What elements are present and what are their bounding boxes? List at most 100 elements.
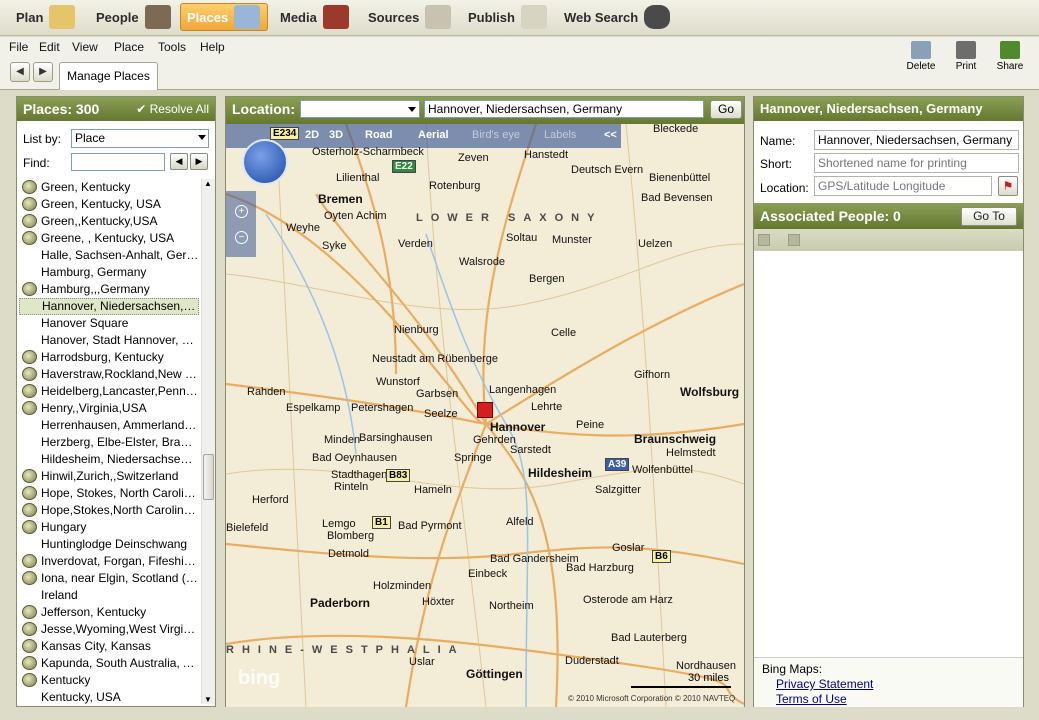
place-list-item[interactable]: Hinwil,Zurich,,Switzerland xyxy=(19,468,199,485)
location-label: Location: xyxy=(232,101,295,117)
map-place-label: Paderborn xyxy=(310,596,371,610)
map-place-label: Bad Harzburg xyxy=(566,562,634,574)
place-list-item[interactable]: Hannover, Niedersachsen, G... xyxy=(19,298,199,315)
place-list-item[interactable]: Heidelberg,Lancaster,Pennsyl... xyxy=(19,383,199,400)
globe-icon xyxy=(22,282,37,296)
map-mode-3d[interactable]: 3D xyxy=(329,129,343,141)
menu-edit[interactable]: Edit xyxy=(39,40,60,54)
terms-of-use-link[interactable]: Terms of Use xyxy=(776,692,847,706)
tab-manage-places[interactable]: Manage Places xyxy=(59,62,158,90)
map-mode-2d[interactable]: 2D xyxy=(305,129,319,141)
nav-media[interactable]: Media xyxy=(274,3,355,31)
scroll-thumb[interactable] xyxy=(203,454,214,500)
menu-view[interactable]: View xyxy=(72,40,98,54)
nav-people[interactable]: People xyxy=(90,3,177,31)
menu-help[interactable]: Help xyxy=(200,40,225,54)
zoom-out-icon[interactable]: − xyxy=(235,231,248,244)
map-mode-road[interactable]: Road xyxy=(365,129,393,141)
place-list-item[interactable]: Halle, Sachsen-Anhalt, Germany xyxy=(19,247,199,264)
place-list-item[interactable]: Green, Kentucky xyxy=(19,179,199,196)
print-button[interactable]: Print xyxy=(946,41,986,72)
forward-button[interactable]: ▶ xyxy=(33,62,53,82)
nav-web-search[interactable]: Web Search xyxy=(558,3,676,31)
place-list-item[interactable]: Jesse,Wyoming,West Virginia,... xyxy=(19,621,199,638)
nav-sources[interactable]: Sources xyxy=(362,3,457,31)
place-list-item[interactable]: Huntinglodge Deinschwang xyxy=(19,536,199,553)
list-by-select[interactable]: Place xyxy=(71,129,209,148)
place-name: Hanover, Stadt Hannover, Nie... xyxy=(41,333,199,347)
map-place-label: Osterholz-Scharmbeck xyxy=(312,146,424,158)
name-field[interactable]: Hannover, Niedersachsen, Germany xyxy=(814,130,1019,150)
place-list-item[interactable]: Hope, Stokes, North Carolina, ... xyxy=(19,485,199,502)
road-shield: B83 xyxy=(386,469,411,482)
place-list-item[interactable]: Green, Kentucky, USA xyxy=(19,196,199,213)
map-place-label: Herford xyxy=(252,494,289,506)
back-arrow-icon: ◀ xyxy=(16,66,24,77)
menu-place[interactable]: Place xyxy=(114,40,144,54)
location-select[interactable] xyxy=(300,100,420,118)
place-list-item[interactable]: Henry,,Virginia,USA xyxy=(19,400,199,417)
place-list-item[interactable]: Iona, near Elgin, Scotland (kille... xyxy=(19,570,199,587)
go-to-button[interactable]: Go To xyxy=(961,207,1017,226)
place-list-item[interactable]: Hamburg, Germany xyxy=(19,264,199,281)
zoom-in-icon[interactable]: + xyxy=(235,205,248,218)
map-mode-aerial[interactable]: Aerial xyxy=(418,129,449,141)
place-list-item[interactable]: Herrenhausen, Ammerland, Ni... xyxy=(19,417,199,434)
globe-icon xyxy=(22,503,37,517)
place-list-item[interactable]: Jefferson, Kentucky xyxy=(19,604,199,621)
scroll-up-icon[interactable]: ▲ xyxy=(204,179,212,188)
location-input[interactable]: Hannover, Niedersachsen, Germany xyxy=(424,100,704,118)
nav-plan[interactable]: Plan xyxy=(10,3,81,31)
map-canvas[interactable]: 2D 3D Road Aerial Bird's eye Labels << +… xyxy=(226,124,744,707)
place-list-item[interactable]: Green,,Kentucky,USA xyxy=(19,213,199,230)
place-list-item[interactable]: Greene, , Kentucky, USA xyxy=(19,230,199,247)
place-list-item[interactable]: Ireland xyxy=(19,587,199,604)
place-list-item[interactable]: Kentucky, USA xyxy=(19,689,199,704)
nav-plan-label: Plan xyxy=(16,9,44,25)
place-list-item[interactable]: Hope,Stokes,North Carolina,U... xyxy=(19,502,199,519)
map-place-label: Zeven xyxy=(458,152,489,164)
location-pin-icon[interactable] xyxy=(477,402,493,418)
places-scrollbar[interactable]: ▲ ▼ xyxy=(201,179,215,704)
map-collapse-button[interactable]: << xyxy=(604,129,617,141)
map-zoom-control: + − xyxy=(226,191,256,257)
place-list-item[interactable]: Haverstraw,Rockland,New Yo... xyxy=(19,366,199,383)
find-previous-button[interactable]: ◀ xyxy=(170,153,188,170)
place-list-item[interactable]: Inverdovat, Forgan, Fifeshire, ... xyxy=(19,553,199,570)
go-button[interactable]: Go xyxy=(710,100,742,119)
resolve-all-label: Resolve All xyxy=(149,102,209,116)
menu-tools[interactable]: Tools xyxy=(158,40,186,54)
place-list-item[interactable]: Hildesheim, Niedersachsen, G... xyxy=(19,451,199,468)
back-button[interactable]: ◀ xyxy=(10,62,30,82)
place-list-item[interactable]: Kansas City, Kansas xyxy=(19,638,199,655)
share-button[interactable]: Share xyxy=(990,41,1030,72)
menu-file[interactable]: File xyxy=(9,40,28,54)
nav-publish[interactable]: Publish xyxy=(462,3,553,31)
delete-button[interactable]: Delete xyxy=(901,41,941,72)
place-list-item[interactable]: Hamburg,,,Germany xyxy=(19,281,199,298)
find-next-button[interactable]: ▶ xyxy=(190,153,208,170)
sort-down-icon[interactable] xyxy=(758,234,770,246)
chevron-down-icon xyxy=(408,107,416,112)
place-list-item[interactable]: Kapunda, South Australia, Aus... xyxy=(19,655,199,672)
nav-web-search-label: Web Search xyxy=(564,9,639,25)
place-title: Hannover, Niedersachsen, Germany xyxy=(754,97,1023,121)
pin-location-button[interactable]: ⚑ xyxy=(998,176,1018,196)
place-list-item[interactable]: Hanover Square xyxy=(19,315,199,332)
find-input[interactable] xyxy=(71,153,165,171)
short-name-field[interactable]: Shortened name for printing xyxy=(814,153,1019,173)
place-name: Halle, Sachsen-Anhalt, Germany xyxy=(41,248,199,262)
place-list-item[interactable]: Kentucky xyxy=(19,672,199,689)
sort-up-icon[interactable] xyxy=(788,234,800,246)
place-list-item[interactable]: Hungary xyxy=(19,519,199,536)
resolve-all-button[interactable]: ✔ Resolve All xyxy=(136,97,209,121)
globe-icon xyxy=(22,350,37,364)
place-list-item[interactable]: Harrodsburg, Kentucky xyxy=(19,349,199,366)
privacy-statement-link[interactable]: Privacy Statement xyxy=(776,677,873,691)
place-list-item[interactable]: Herzberg, Elbe-Elster, Branden... xyxy=(19,434,199,451)
nav-places[interactable]: Places xyxy=(180,3,268,31)
place-list-item[interactable]: Hanover, Stadt Hannover, Nie... xyxy=(19,332,199,349)
map-pan-compass-icon[interactable] xyxy=(242,139,288,185)
gps-location-field[interactable]: GPS/Latitude Longitude xyxy=(814,176,992,196)
scroll-down-icon[interactable]: ▼ xyxy=(204,695,212,704)
